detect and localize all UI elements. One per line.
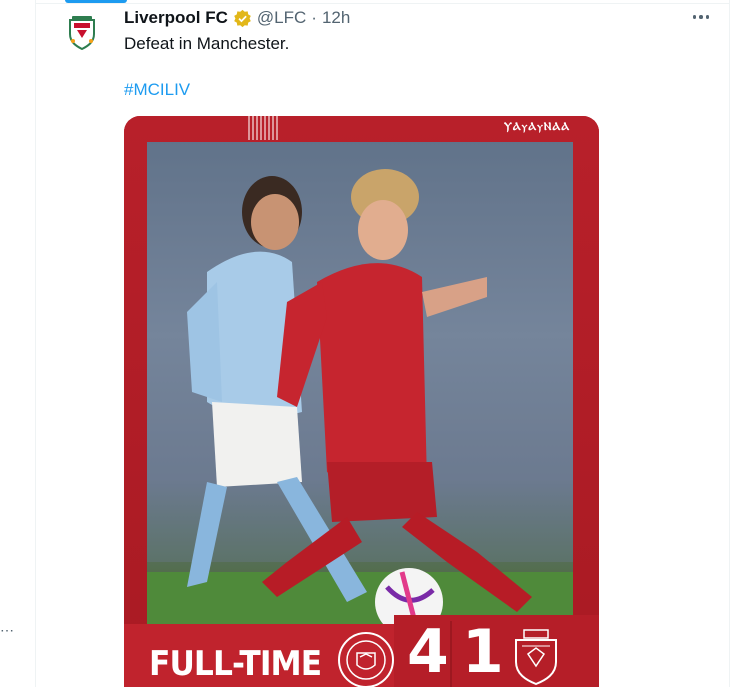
tweet-media[interactable]: ⲨⲀⲩⲀⲩⲚⲀⲀ FULL-TIME 4 1 [124,116,599,687]
tweet-header: Liverpool FC @LFC · 12h [124,7,350,29]
separator: · [311,8,317,27]
tweet-text: Defeat in Manchester. [124,34,290,53]
frame-hatch-decoration [248,116,278,140]
manchester-city-crest-icon [338,632,394,687]
edge-ellipsis-icon: ⋯ [0,622,14,638]
away-score: 1 [462,617,504,687]
home-score: 4 [407,617,449,687]
score-divider [450,621,452,687]
fulltime-label: FULL-TIME [149,644,322,684]
liverpool-crest-icon [69,16,95,50]
display-name[interactable]: Liverpool FC [124,8,228,28]
timeline-border-right [729,0,730,687]
brand-mark: ⲨⲀⲩⲀⲩⲚⲀⲀ [504,120,571,133]
hashtag-link[interactable]: #MCILIV [124,80,190,100]
divider [36,3,729,4]
liverpool-crest-icon [515,629,557,686]
timestamp[interactable]: 12h [322,8,350,28]
timeline-border-left [35,0,36,687]
verified-badge-icon [234,9,251,27]
players-illustration [147,142,573,624]
avatar[interactable] [60,10,104,54]
match-photo [147,142,573,624]
more-icon[interactable] [690,8,712,26]
handle[interactable]: @LFC [257,8,306,28]
